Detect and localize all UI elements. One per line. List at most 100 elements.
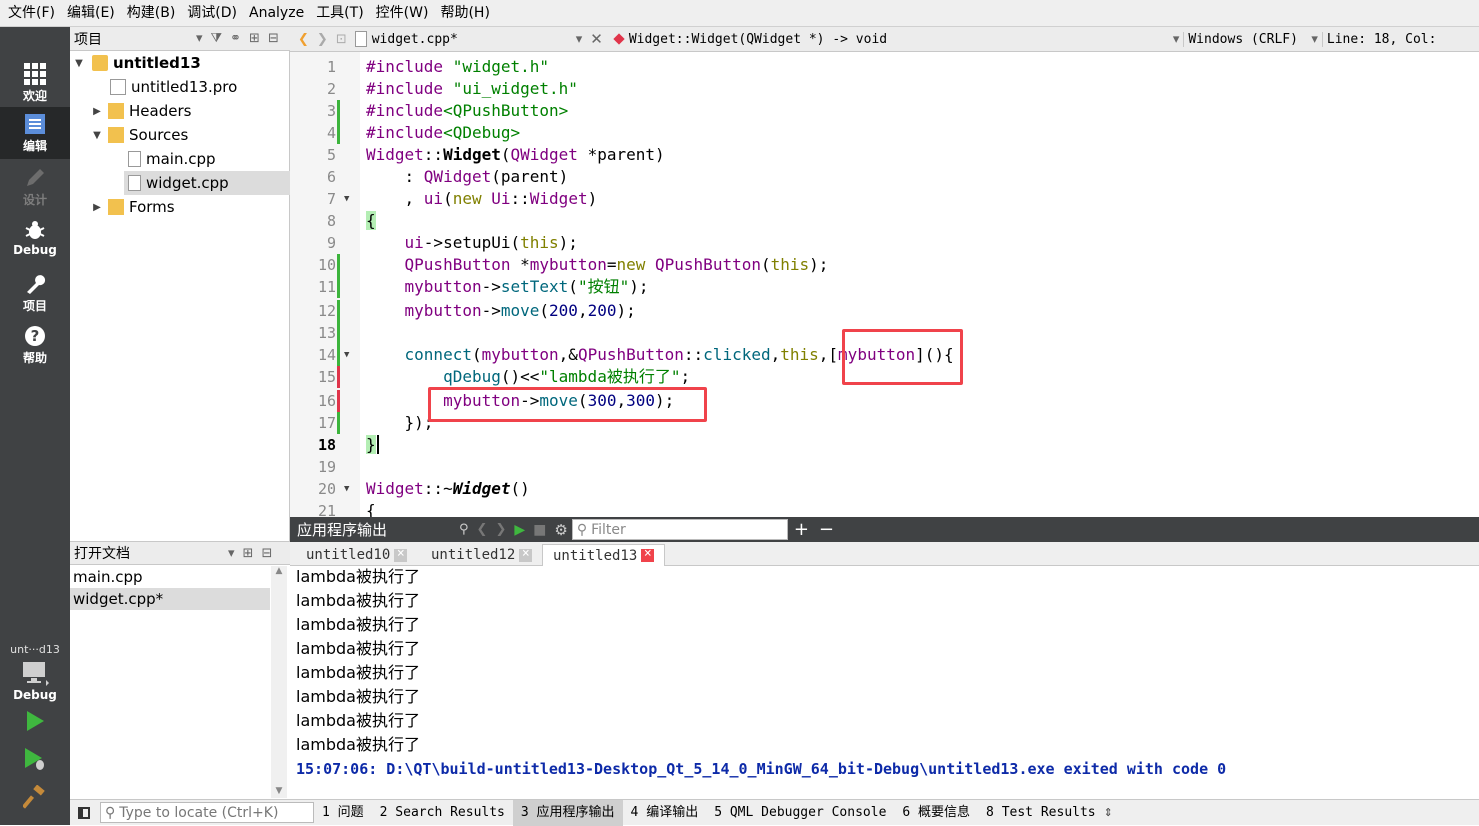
- search-icon: ⚲: [105, 804, 116, 821]
- line-ending-selector[interactable]: Windows (CRLF): [1183, 31, 1307, 47]
- menu-help[interactable]: 帮助(H): [434, 0, 495, 27]
- chevron-down-icon[interactable]: ▾: [576, 32, 583, 47]
- chevron-down-icon[interactable]: ▾: [1173, 32, 1180, 47]
- output-tab-untitled13[interactable]: untitled13: [542, 544, 666, 566]
- chevron-down-icon[interactable]: ▾: [1311, 32, 1318, 47]
- editor-filename[interactable]: widget.cpp*: [372, 32, 572, 47]
- output-tab-untitled12[interactable]: untitled12: [421, 544, 542, 566]
- tree-item-pro-file[interactable]: untitled13.pro: [70, 75, 290, 99]
- chevron-right-icon[interactable]: ▶: [90, 202, 104, 213]
- hammer-icon: [23, 785, 45, 809]
- up-down-arrows-icon[interactable]: ⇕: [1104, 806, 1113, 819]
- menu-build[interactable]: 构建(B): [121, 0, 182, 27]
- forward-arrow-icon[interactable]: ❯: [317, 32, 328, 47]
- stop-icon[interactable]: ■: [533, 522, 546, 538]
- mode-design[interactable]: 设计: [0, 161, 70, 213]
- lock-icon[interactable]: ⊡: [336, 32, 347, 47]
- tree-item-headers[interactable]: ▶ Headers: [70, 99, 290, 123]
- kit-selector[interactable]: unt···d13 Debug: [0, 639, 70, 702]
- locator-input[interactable]: ⚲ Type to locate (Ctrl+K): [100, 802, 314, 823]
- pane-compile-output[interactable]: 4 编译输出: [623, 800, 707, 826]
- zoom-in-icon[interactable]: +: [794, 519, 809, 540]
- open-docs-title[interactable]: 打开文档: [74, 543, 224, 563]
- gear-icon[interactable]: ⚙: [554, 521, 567, 539]
- pane-search-results[interactable]: 2 Search Results: [372, 800, 513, 826]
- open-doc-item[interactable]: main.cpp: [70, 566, 270, 588]
- code-line: : QWidget(parent): [366, 167, 569, 186]
- output-line: lambda被执行了: [296, 591, 420, 610]
- output-filter-input[interactable]: ⚲ Filter: [571, 519, 788, 540]
- mode-debug[interactable]: Debug: [0, 213, 70, 265]
- chevron-down-icon[interactable]: ▾: [196, 31, 203, 46]
- line-number: 17: [317, 414, 336, 432]
- output-tab-untitled10[interactable]: untitled10: [296, 544, 417, 566]
- mode-help[interactable]: ? 帮助: [0, 319, 70, 371]
- application-output[interactable]: lambda被执行了 lambda被执行了 lambda被执行了 lambda被…: [290, 566, 1479, 799]
- filter-icon[interactable]: ⧩: [211, 31, 223, 46]
- change-marker: [337, 300, 340, 322]
- document-icon: [25, 114, 45, 134]
- zoom-out-icon[interactable]: −: [819, 519, 834, 540]
- folder-icon: [108, 127, 124, 143]
- toggle-sidebar-icon[interactable]: [78, 806, 90, 819]
- chevron-down-icon[interactable]: ▾: [228, 546, 235, 561]
- attach-icon[interactable]: ⚲: [459, 522, 469, 537]
- menu-debug[interactable]: 调试(D): [181, 0, 243, 27]
- fold-marker-icon[interactable]: ▼: [344, 344, 354, 366]
- project-panel-toolbar: 项目 ▾ ⧩ ⚭ ⊞ ⊟: [70, 27, 290, 51]
- debug-run-button[interactable]: [0, 741, 70, 777]
- rerun-icon[interactable]: ▶: [514, 522, 525, 538]
- cursor-position[interactable]: Line: 18, Col: 2: [1321, 31, 1440, 47]
- close-icon[interactable]: [394, 546, 408, 562]
- pane-issues[interactable]: 1 问题: [314, 800, 372, 826]
- pane-qml-debugger[interactable]: 5 QML Debugger Console: [706, 800, 894, 826]
- close-icon[interactable]: [641, 546, 655, 562]
- pane-application-output[interactable]: 3 应用程序输出: [512, 799, 623, 826]
- line-number: 9: [326, 234, 336, 252]
- menu-file[interactable]: 文件(F): [2, 0, 61, 27]
- close-panel-icon[interactable]: ⊟: [261, 546, 272, 561]
- tree-item-widget-cpp[interactable]: widget.cpp: [124, 171, 290, 195]
- back-arrow-icon[interactable]: ❮: [298, 32, 309, 47]
- output-toolbar: 应用程序输出 ⚲ ❮ ❯ ▶ ■ ⚙ ⚲ Filter + −: [290, 517, 1479, 542]
- scroll-down-icon[interactable]: ▼: [271, 786, 287, 796]
- open-docs-scrollbar[interactable]: ▲ ▼: [271, 566, 287, 798]
- open-doc-item[interactable]: widget.cpp*: [70, 588, 270, 610]
- menu-tools[interactable]: 工具(T): [310, 0, 369, 27]
- close-file-icon[interactable]: ✕: [590, 30, 603, 48]
- mode-projects[interactable]: 项目: [0, 267, 70, 319]
- menu-analyze[interactable]: Analyze: [243, 0, 310, 27]
- mode-edit[interactable]: 编辑: [0, 107, 70, 159]
- menu-widgets[interactable]: 控件(W): [370, 0, 435, 27]
- tree-item-sources[interactable]: ▼ Sources: [70, 123, 290, 147]
- function-selector[interactable]: Widget::Widget(QWidget *) -> void: [629, 32, 1169, 47]
- fold-marker-icon[interactable]: ▼: [344, 188, 354, 210]
- prev-arrow-icon[interactable]: ❮: [477, 522, 488, 537]
- tree-item-project[interactable]: ▼ untitled13: [70, 51, 290, 75]
- link-icon[interactable]: ⚭: [230, 31, 241, 46]
- split-icon[interactable]: ⊞: [243, 546, 254, 561]
- split-icon[interactable]: ⊞: [249, 31, 260, 46]
- next-arrow-icon[interactable]: ❯: [495, 522, 506, 537]
- tree-item-main-cpp[interactable]: main.cpp: [70, 147, 290, 171]
- pane-test-results[interactable]: 8 Test Results: [978, 800, 1104, 826]
- project-panel-title[interactable]: 项目: [74, 29, 192, 49]
- tree-item-forms[interactable]: ▶ Forms: [70, 195, 290, 219]
- fold-marker-icon[interactable]: ▼: [344, 478, 354, 500]
- change-marker: [337, 344, 340, 366]
- run-button[interactable]: [0, 703, 70, 739]
- chevron-down-icon[interactable]: ▼: [72, 58, 86, 69]
- close-panel-icon[interactable]: ⊟: [268, 31, 279, 46]
- pane-general-messages[interactable]: 6 概要信息: [894, 800, 978, 826]
- menu-edit[interactable]: 编辑(E): [61, 0, 121, 27]
- mode-welcome[interactable]: 欢迎: [0, 57, 70, 109]
- build-button[interactable]: [0, 779, 70, 815]
- close-icon[interactable]: [519, 546, 533, 562]
- code-editor[interactable]: 1 2 3 4 5 6 7 ▼ 8 9 10 11 12 13 14 ▼ 15 16 17 18 19 20 ▼ 21 #in…: [290, 52, 1479, 517]
- scroll-up-icon[interactable]: ▲: [271, 566, 287, 576]
- chevron-down-icon[interactable]: ▼: [90, 130, 104, 141]
- search-icon: ⚲: [576, 521, 588, 538]
- code-line: {: [366, 501, 376, 517]
- svg-text:?: ?: [31, 327, 40, 345]
- chevron-right-icon[interactable]: ▶: [90, 106, 104, 117]
